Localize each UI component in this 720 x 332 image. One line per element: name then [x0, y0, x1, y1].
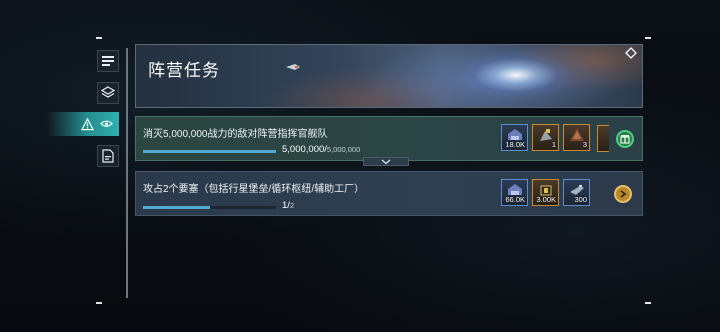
task-progress-bar	[143, 206, 276, 209]
reward-item[interactable]: 1	[532, 124, 559, 151]
ship-icon	[286, 64, 300, 70]
task-title: 消灭5,000,000战力的敌对阵营指挥官舰队	[143, 129, 328, 140]
layers-icon	[101, 86, 115, 98]
menu-list-tab[interactable]	[97, 50, 119, 72]
arrow-right-icon	[620, 190, 627, 198]
corner-marker	[96, 37, 102, 39]
task-progress-bar	[143, 150, 276, 153]
task-card[interactable]: 攻占2个要塞（包括行星堡垒/循环枢纽/辅助工厂） 1/2 66.0K 3.00K…	[135, 171, 643, 216]
reward-qty: 3	[582, 140, 587, 149]
task-card[interactable]: 消灭5,000,000战力的敌对阵营指挥官舰队 5,000,000/5,000,…	[135, 116, 643, 161]
reward-item[interactable]: 3.00K	[532, 179, 559, 206]
reward-item[interactable]: 300	[563, 179, 590, 206]
progress-current: 1/	[282, 200, 290, 211]
progress-fill	[143, 206, 210, 209]
sidebar-divider	[126, 48, 128, 298]
progress-current: 5,000,000/	[282, 144, 327, 155]
faction-emblem-icon	[100, 120, 113, 127]
expand-toggle[interactable]	[363, 157, 409, 166]
reward-list: 66.0K 3.00K 300	[501, 179, 590, 206]
reward-qty: 300	[574, 195, 587, 204]
reward-item-partial	[597, 125, 609, 152]
progress-total: 2	[289, 201, 295, 210]
reward-item[interactable]: 66.0K	[501, 179, 528, 206]
claim-chest-button[interactable]	[616, 130, 634, 148]
reward-item[interactable]: 18.0K	[501, 124, 528, 151]
document-icon	[102, 149, 114, 163]
progress-text: 5,000,000/5,000,000	[282, 144, 360, 155]
reward-qty: 3.00K	[536, 195, 556, 204]
faction-missions-banner: 阵营任务	[135, 44, 643, 108]
go-to-task-button[interactable]	[614, 185, 632, 203]
progress-fill	[143, 150, 276, 153]
reward-qty: 1	[551, 140, 556, 149]
corner-marker	[645, 302, 651, 304]
reward-qty: 66.0K	[505, 195, 525, 204]
diamond-info-icon[interactable]	[625, 47, 637, 59]
chest-icon	[620, 135, 630, 144]
corner-marker	[645, 37, 651, 39]
reward-list: 18.0K 1 3	[501, 124, 590, 151]
layers-tab[interactable]	[97, 82, 119, 104]
progress-total: 5,000,000	[326, 145, 361, 154]
list-icon	[102, 56, 114, 66]
progress-text: 1/2	[282, 200, 294, 211]
faction-tab-active[interactable]	[47, 112, 119, 136]
task-title: 攻占2个要塞（包括行星堡垒/循环枢纽/辅助工厂）	[143, 184, 365, 195]
corner-marker	[96, 302, 102, 304]
chevron-down-icon	[381, 159, 391, 164]
reward-qty: 18.0K	[505, 140, 525, 149]
reward-item[interactable]: 3	[563, 124, 590, 151]
report-tab[interactable]	[97, 145, 119, 167]
page-title: 阵营任务	[148, 61, 220, 80]
warning-icon	[81, 117, 94, 130]
